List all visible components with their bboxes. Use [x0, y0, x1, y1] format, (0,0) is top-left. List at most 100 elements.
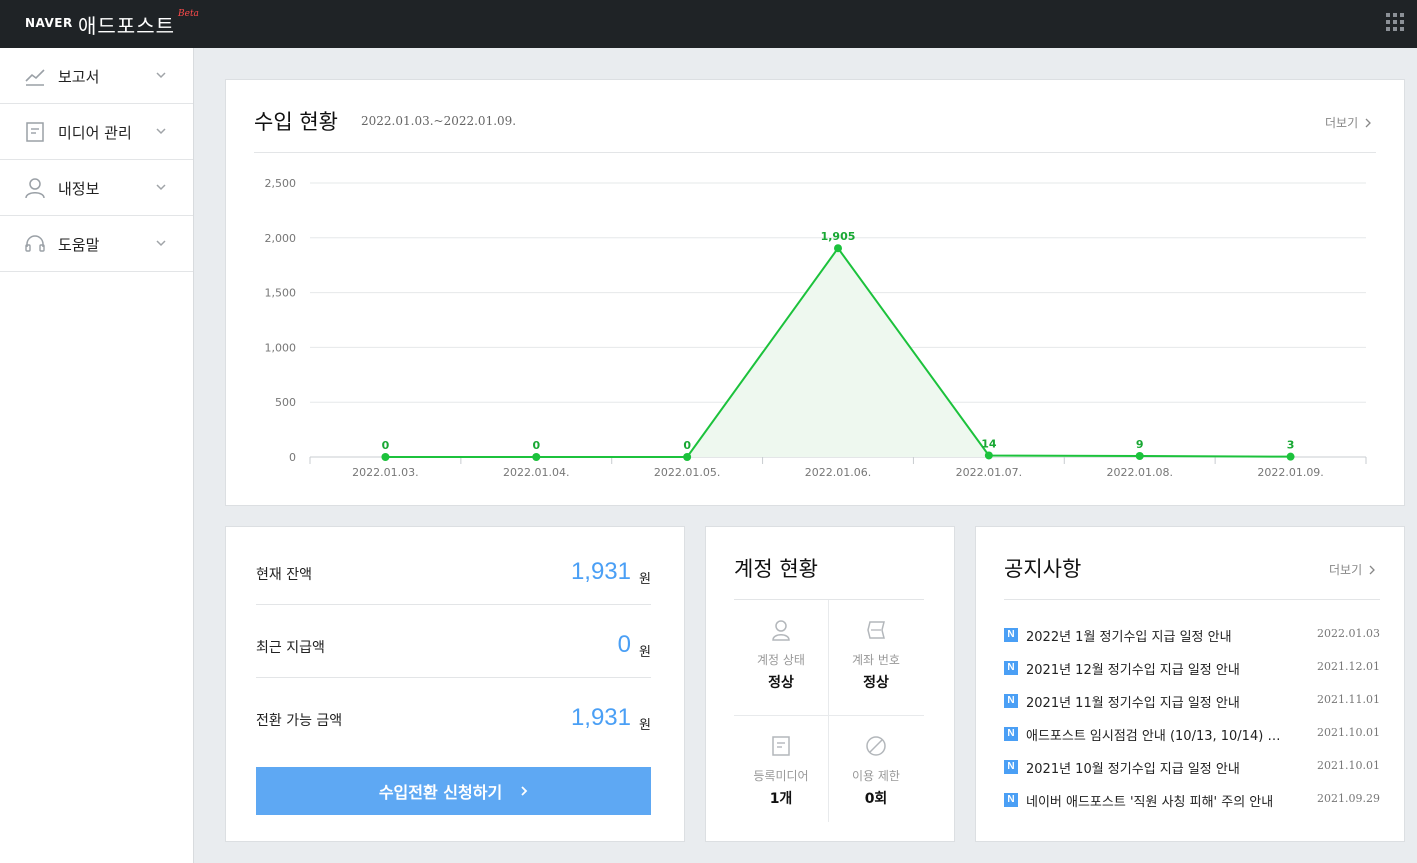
sidebar-item-label: 내정보 — [58, 180, 100, 198]
notice-divider — [1004, 599, 1380, 600]
account-cell-label: 계좌 번호 — [852, 653, 900, 667]
y-tick-label: 500 — [275, 396, 296, 409]
balance-unit: 원 — [639, 645, 651, 660]
account-cell-label: 이용 제한 — [852, 769, 900, 783]
data-point — [1135, 452, 1144, 461]
chevron-right-icon — [1369, 565, 1376, 575]
sidebar-item-media[interactable]: 미디어 관리 — [0, 104, 193, 160]
document-icon — [26, 122, 44, 142]
notice-item[interactable]: N 애드포스트 임시점검 안내 (10/13, 10/14) 시스템 작업 20… — [1004, 725, 1380, 745]
convert-button-label: 수입전환 신청하기 — [378, 783, 503, 802]
notice-item-text: 2021년 11월 정기수입 지급 일정 안내 — [1026, 696, 1240, 711]
new-badge-icon: N — [1004, 760, 1018, 774]
account-cell-media: 등록미디어 1개 — [734, 735, 828, 808]
data-label: 0 — [532, 439, 540, 452]
balance-unit: 원 — [639, 718, 651, 733]
sidebar-item-myinfo[interactable]: 내정보 — [0, 160, 193, 216]
new-badge-icon: N — [1004, 628, 1018, 642]
x-tick-label: 2022.01.09. — [1257, 466, 1323, 479]
bankbook-icon — [867, 621, 885, 639]
data-label: 9 — [1136, 438, 1144, 451]
balance-label: 최근 지급액 — [256, 640, 325, 656]
account-cell-value: 1개 — [769, 791, 793, 807]
y-tick-label: 2,000 — [265, 232, 297, 245]
person-icon — [772, 620, 790, 641]
convert-revenue-button[interactable]: 수입전환 신청하기 — [256, 767, 651, 815]
chevron-down-icon — [156, 128, 166, 135]
balance-value: 0 — [617, 631, 631, 658]
data-label: 0 — [382, 439, 390, 452]
account-cell-label: 계정 상태 — [757, 653, 805, 667]
notice-card: 공지사항 더보기 N 2022년 1월 정기수입 지급 일정 안내 2022.0… — [975, 526, 1405, 842]
x-tick-label: 2022.01.04. — [503, 466, 569, 479]
notice-item-text: 2021년 12월 정기수입 지급 일정 안내 — [1026, 663, 1240, 678]
balance-label: 전환 가능 금액 — [256, 713, 343, 729]
notice-item-date: 2021.12.01 — [1317, 660, 1380, 673]
y-tick-label: 2,500 — [265, 177, 297, 190]
notice-item-text: 애드포스트 임시점검 안내 (10/13, 10/14) 시스템 작업 — [1026, 729, 1288, 744]
new-badge-icon: N — [1004, 661, 1018, 675]
balance-card: 현재 잔액 1,931 원 최근 지급액 0 원 전환 가능 금액 1,931 … — [225, 526, 685, 842]
data-label: 1,905 — [821, 230, 856, 243]
new-badge-icon: N — [1004, 694, 1018, 708]
sidebar-item-report[interactable]: 보고서 — [0, 48, 193, 104]
account-cell-value: 0회 — [864, 791, 888, 807]
notice-item-date: 2021.11.01 — [1317, 693, 1380, 706]
notice-item[interactable]: N 2021년 12월 정기수입 지급 일정 안내 2021.12.01 — [1004, 659, 1380, 679]
notice-item[interactable]: N 2022년 1월 정기수입 지급 일정 안내 2022.01.03 — [1004, 626, 1380, 646]
notice-item-text: 2021년 10월 정기수입 지급 일정 안내 — [1026, 762, 1240, 777]
chevron-down-icon — [156, 184, 166, 191]
notice-item-date: 2021.09.29 — [1317, 792, 1380, 805]
account-cell-value: 정상 — [768, 675, 794, 691]
data-point — [1286, 452, 1295, 461]
sidebar-item-help[interactable]: 도움말 — [0, 216, 193, 272]
revenue-card: 수입 현황 2022.01.03.~2022.01.09. 더보기 0 500 1,… — [225, 79, 1405, 506]
sidebar-item-label: 도움말 — [58, 236, 100, 254]
data-point — [834, 244, 842, 253]
balance-row-convertible: 전환 가능 금액 1,931 원 — [256, 678, 651, 751]
account-grid-line — [734, 715, 924, 716]
account-cell-status: 계정 상태 정상 — [734, 619, 828, 692]
series-area-fill — [385, 248, 1291, 457]
chevron-down-icon — [156, 72, 166, 79]
notice-item-text: 네이버 애드포스트 '직원 사칭 피해' 주의 안내 — [1026, 795, 1274, 810]
x-tick-label: 2022.01.03. — [352, 466, 418, 479]
data-label: 0 — [683, 439, 691, 452]
adpost-logo[interactable]: 애드포스트 — [78, 10, 175, 39]
notice-item-date: 2022.01.03 — [1317, 627, 1380, 640]
user-icon — [25, 178, 45, 199]
balance-value: 1,931 — [570, 558, 631, 585]
media-doc-icon — [772, 736, 790, 756]
y-tick-label: 1,000 — [265, 341, 297, 354]
data-label: 14 — [981, 437, 997, 450]
balance-value: 1,931 — [570, 704, 631, 731]
y-tick-label: 1,500 — [265, 287, 297, 300]
chevron-down-icon — [156, 240, 166, 247]
sidebar-item-label: 보고서 — [58, 68, 100, 86]
notice-item[interactable]: N 네이버 애드포스트 '직원 사칭 피해' 주의 안내 2021.09.29 — [1004, 791, 1380, 811]
notice-item-text: 2022년 1월 정기수입 지급 일정 안내 — [1026, 630, 1232, 645]
notice-title: 공지사항 — [1004, 557, 1082, 581]
prohibit-icon — [866, 736, 886, 756]
balance-row-current: 현재 잔액 1,931 원 — [256, 532, 651, 605]
grid-menu-icon[interactable] — [1386, 13, 1404, 31]
notice-more-link[interactable]: 더보기 — [1329, 561, 1376, 578]
x-tick-label: 2022.01.08. — [1106, 466, 1172, 479]
balance-unit: 원 — [639, 572, 651, 587]
notice-item-date: 2021.10.01 — [1317, 759, 1380, 772]
x-tick-label: 2022.01.05. — [654, 466, 720, 479]
notice-item[interactable]: N 2021년 11월 정기수입 지급 일정 안내 2021.11.01 — [1004, 692, 1380, 712]
x-tick-label: 2022.01.06. — [805, 466, 871, 479]
more-link-label: 더보기 — [1329, 563, 1363, 577]
notice-item[interactable]: N 2021년 10월 정기수입 지급 일정 안내 2021.10.01 — [1004, 758, 1380, 778]
headset-icon — [25, 235, 45, 252]
naver-logo[interactable]: NAVER — [25, 16, 73, 30]
top-navigation-bar: NAVER 애드포스트 Beta — [0, 0, 1417, 48]
notice-item-date: 2021.10.01 — [1317, 726, 1380, 739]
sidebar: 보고서 미디어 관리 내정보 도움말 — [0, 48, 194, 863]
data-point — [532, 453, 541, 461]
chart-line-icon — [25, 69, 45, 86]
revenue-chart: 0 500 1,000 1,500 2,000 2,500 2022.01.03. 2022.… — [265, 177, 1367, 479]
balance-row-recent-payment: 최근 지급액 0 원 — [256, 605, 651, 678]
new-badge-icon: N — [1004, 793, 1018, 807]
